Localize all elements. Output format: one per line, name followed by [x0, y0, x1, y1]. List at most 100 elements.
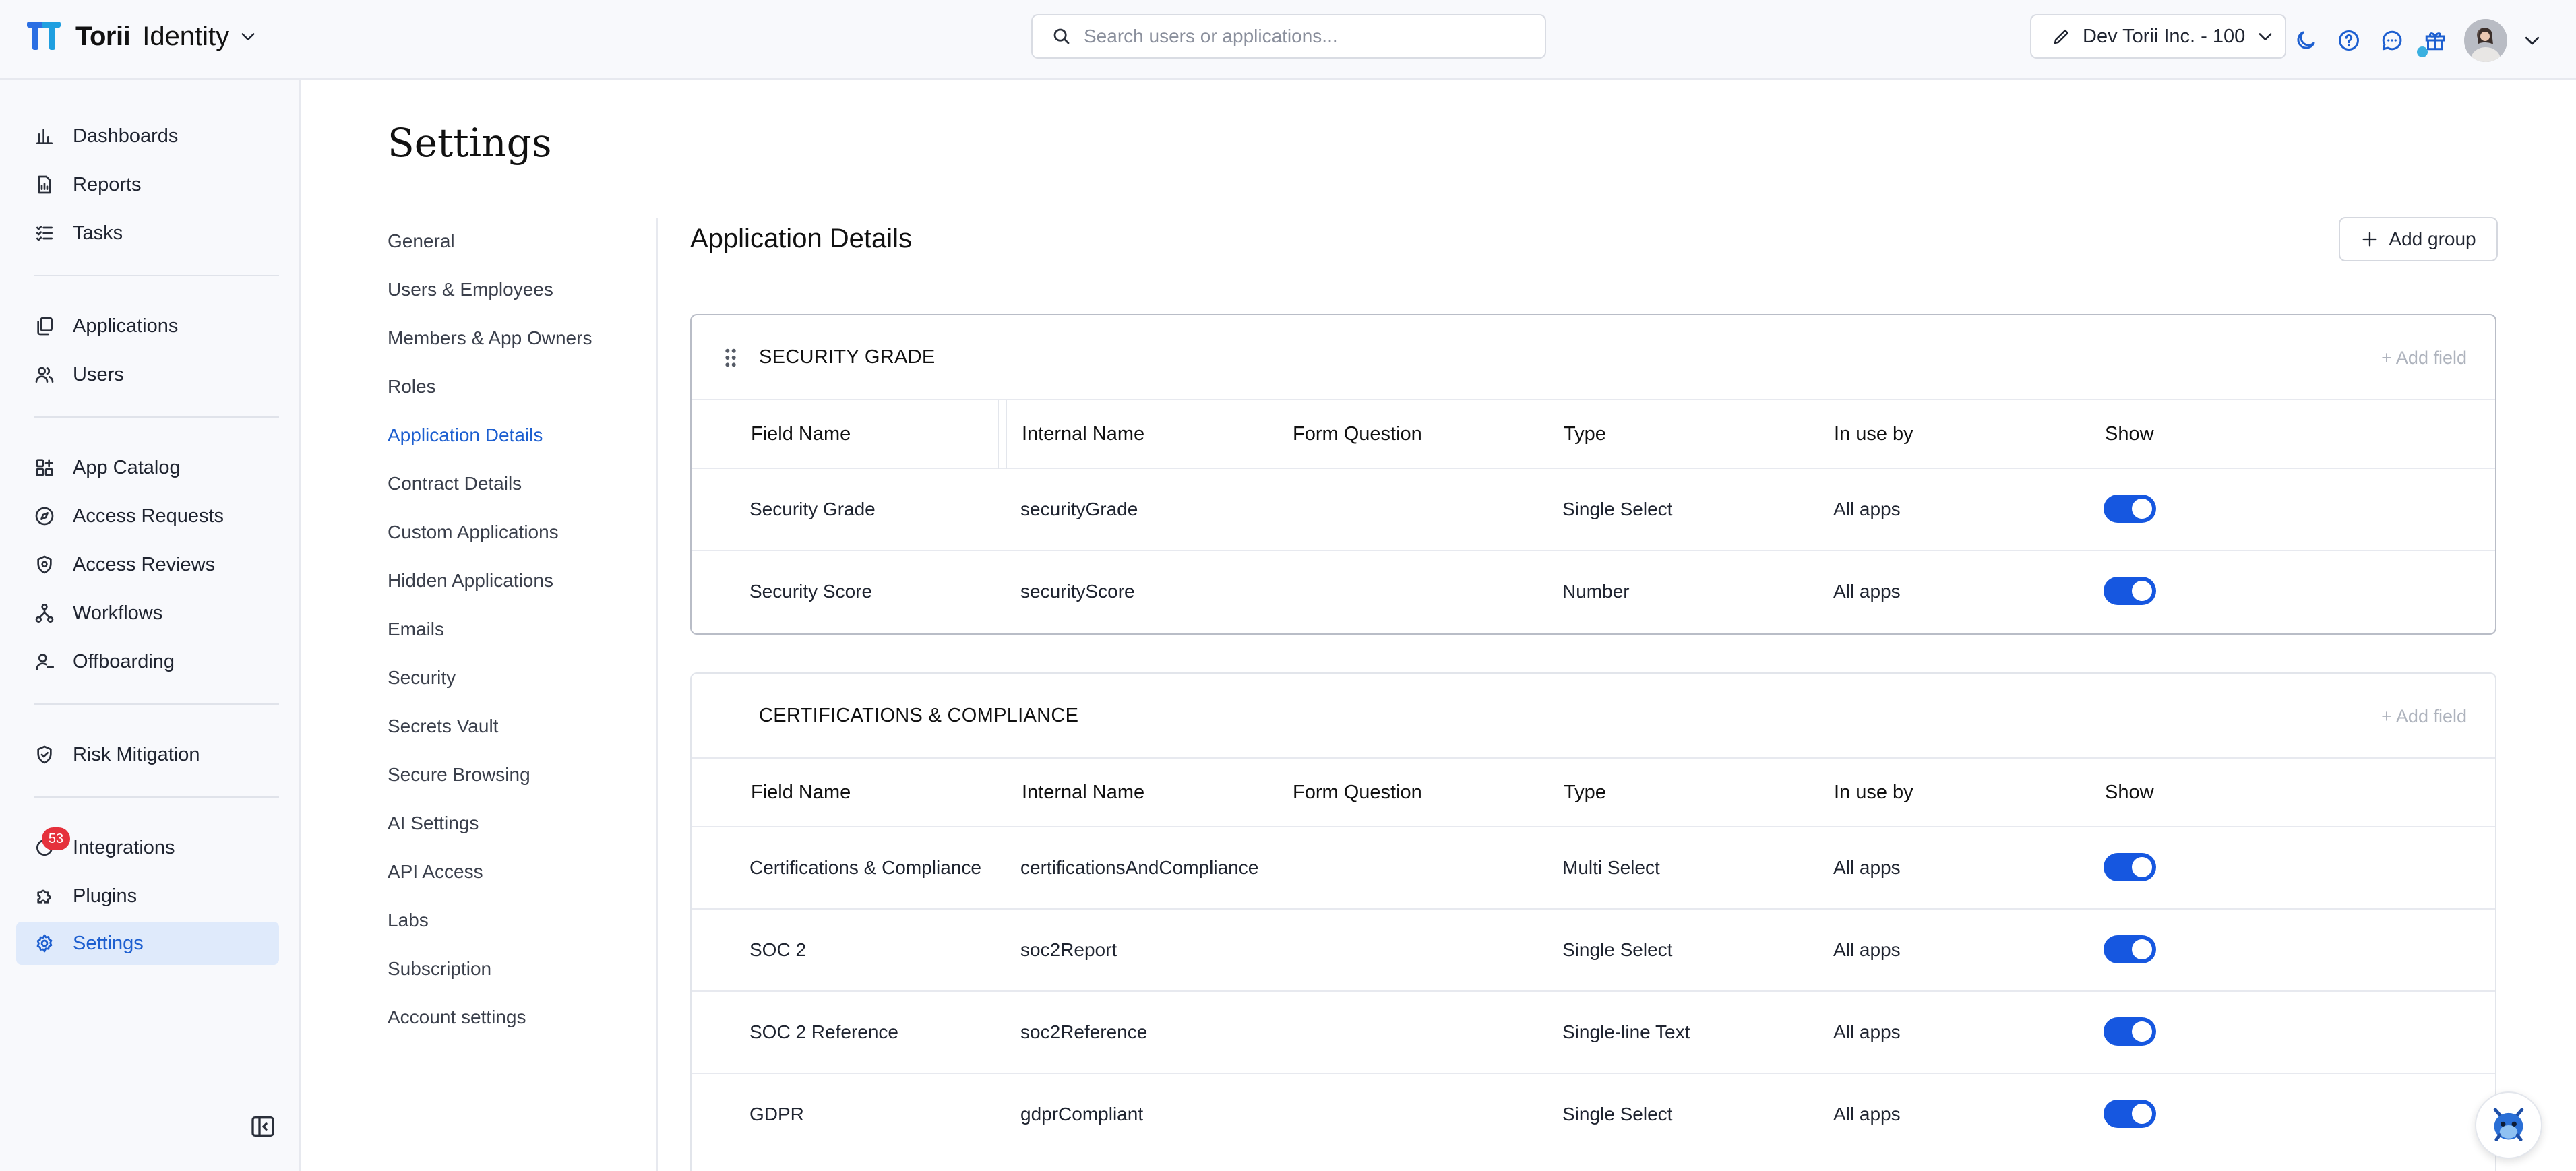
settings-menu-subscription[interactable]: Subscription	[388, 958, 630, 985]
table-row[interactable]: Certifications & Compliance certificatio…	[692, 827, 2495, 910]
add-field-button[interactable]: + Add field	[2381, 706, 2467, 727]
bar-chart-icon	[36, 129, 53, 144]
chevron-down-icon[interactable]	[2522, 30, 2542, 51]
applications-icon	[37, 317, 53, 336]
nav-label: Users	[73, 363, 124, 385]
in-use-by-cell: All apps	[1833, 939, 1901, 960]
nav-item-risk-mitigation[interactable]: Risk Mitigation	[16, 733, 279, 776]
sidebar-collapse-icon	[251, 1116, 274, 1137]
nav-divider	[34, 416, 279, 418]
whats-new-button[interactable]	[2417, 26, 2449, 57]
nav-label: Risk Mitigation	[73, 743, 200, 765]
settings-menu-contract-details[interactable]: Contract Details	[388, 473, 630, 500]
column-header-form-question: Form Question	[1293, 423, 1422, 445]
settings-menu-roles[interactable]: Roles	[388, 376, 630, 403]
nav-item-integrations[interactable]: 53 Integrations	[16, 826, 279, 869]
internal-name-cell: soc2Reference	[1020, 1021, 1148, 1042]
collapse-sidebar-button[interactable]	[249, 1113, 276, 1140]
show-toggle[interactable]	[2104, 853, 2156, 881]
settings-menu-security[interactable]: Security	[388, 667, 630, 694]
column-resize-handle[interactable]	[998, 400, 999, 469]
column-header-field-name: Field Name	[751, 423, 851, 445]
chevron-down-icon	[241, 33, 255, 40]
settings-menu-account-settings[interactable]: Account settings	[388, 1007, 630, 1034]
settings-menu-application-details[interactable]: Application Details	[388, 424, 630, 451]
field-group-security-grade: SECURITY GRADE + Add field Field Name In…	[690, 314, 2496, 635]
app-grid-add-icon	[36, 459, 53, 476]
internal-name-cell: securityScore	[1020, 581, 1135, 602]
chevron-down-icon	[2259, 33, 2272, 40]
settings-menu-members-app-owners[interactable]: Members & App Owners	[388, 327, 630, 354]
nav-divider	[34, 275, 279, 276]
field-name-cell: GDPR	[749, 1104, 804, 1125]
nav-item-access-reviews[interactable]: Access Reviews	[16, 543, 279, 586]
assistant-chat-button[interactable]	[2475, 1091, 2542, 1159]
table-row[interactable]: SOC 2 soc2Report Single Select All apps	[692, 910, 2495, 992]
settings-menu-ai-settings[interactable]: AI Settings	[388, 813, 630, 840]
type-cell: Single Select	[1562, 939, 1673, 960]
nav-item-tasks[interactable]: Tasks	[16, 212, 279, 255]
show-toggle[interactable]	[2104, 935, 2156, 963]
table-row[interactable]: SOC 2 Reference soc2Reference Single-lin…	[692, 992, 2495, 1074]
nav-label: Integrations	[73, 836, 175, 858]
nav-item-applications[interactable]: Applications	[16, 305, 279, 348]
global-search[interactable]	[1031, 14, 1546, 59]
settings-menu-users-employees[interactable]: Users & Employees	[388, 279, 630, 306]
nav-item-app-catalog[interactable]: App Catalog	[16, 446, 279, 489]
chat-bubble-icon	[2382, 30, 2402, 51]
table-row[interactable]: Security Score securityScore Number All …	[692, 551, 2495, 633]
internal-name-cell: gdprCompliant	[1020, 1104, 1144, 1125]
settings-menu-api-access[interactable]: API Access	[388, 861, 630, 888]
org-selector[interactable]: Dev Torii Inc. - 100	[2030, 14, 2286, 59]
field-group-certifications-compliance: CERTIFICATIONS & COMPLIANCE + Add field …	[690, 672, 2496, 1171]
drag-handle-icon[interactable]	[724, 348, 737, 368]
help-button[interactable]	[2335, 26, 2363, 55]
product-switcher[interactable]: Torii Identity	[27, 20, 257, 53]
puzzle-piece-icon	[37, 889, 51, 904]
table-row[interactable]: GDPR gdprCompliant Single Select All app…	[692, 1074, 2495, 1156]
nav-item-plugins[interactable]: Plugins	[16, 875, 279, 918]
nav-item-reports[interactable]: Reports	[16, 163, 279, 206]
nav-label: Workflows	[73, 602, 163, 624]
show-toggle[interactable]	[2104, 577, 2156, 605]
checklist-icon	[36, 226, 53, 241]
nav-item-users[interactable]: Users	[16, 353, 279, 396]
nav-label: Access Requests	[73, 505, 224, 527]
settings-menu-general[interactable]: General	[388, 230, 630, 257]
field-name-cell: Security Score	[749, 581, 873, 602]
page-title: Settings	[388, 120, 552, 166]
show-toggle[interactable]	[2104, 495, 2156, 523]
settings-menu-labs[interactable]: Labs	[388, 910, 630, 937]
nav-item-settings[interactable]: Settings	[16, 922, 279, 965]
in-use-by-cell: All apps	[1833, 1104, 1901, 1125]
settings-menu-secure-browsing[interactable]: Secure Browsing	[388, 764, 630, 791]
column-header-internal-name: Internal Name	[1022, 782, 1145, 803]
nav-item-dashboards[interactable]: Dashboards	[16, 115, 279, 158]
search-input[interactable]	[1084, 26, 1545, 47]
show-toggle[interactable]	[2104, 1100, 2156, 1128]
settings-menu-hidden-applications[interactable]: Hidden Applications	[388, 570, 630, 597]
chat-button[interactable]	[2378, 26, 2406, 55]
show-toggle[interactable]	[2104, 1017, 2156, 1046]
add-group-button[interactable]: Add group	[2339, 217, 2498, 261]
column-resize-handle[interactable]	[1006, 400, 1007, 469]
settings-menu-secrets-vault[interactable]: Secrets Vault	[388, 716, 630, 742]
nav-item-workflows[interactable]: Workflows	[16, 592, 279, 635]
brand-name: Torii	[75, 21, 131, 51]
nav-label: Plugins	[73, 885, 137, 907]
table-row[interactable]: Security Grade securityGrade Single Sele…	[692, 469, 2495, 551]
user-avatar[interactable]	[2464, 19, 2507, 62]
add-field-button[interactable]: + Add field	[2381, 348, 2467, 369]
settings-menu-divider	[656, 218, 658, 1171]
settings-menu-emails[interactable]: Emails	[388, 619, 630, 645]
column-header-in-use-by: In use by	[1834, 782, 1913, 803]
column-header-show: Show	[2105, 782, 2154, 803]
add-group-label: Add group	[2389, 228, 2476, 249]
nav-item-access-requests[interactable]: Access Requests	[16, 495, 279, 538]
nav-label: Offboarding	[73, 650, 175, 672]
nav-label: Applications	[73, 315, 179, 337]
nav-item-offboarding[interactable]: Offboarding	[16, 640, 279, 683]
dark-mode-toggle[interactable]	[2292, 26, 2320, 55]
settings-menu-custom-applications[interactable]: Custom Applications	[388, 521, 630, 548]
group-header: CERTIFICATIONS & COMPLIANCE + Add field	[692, 674, 2495, 759]
